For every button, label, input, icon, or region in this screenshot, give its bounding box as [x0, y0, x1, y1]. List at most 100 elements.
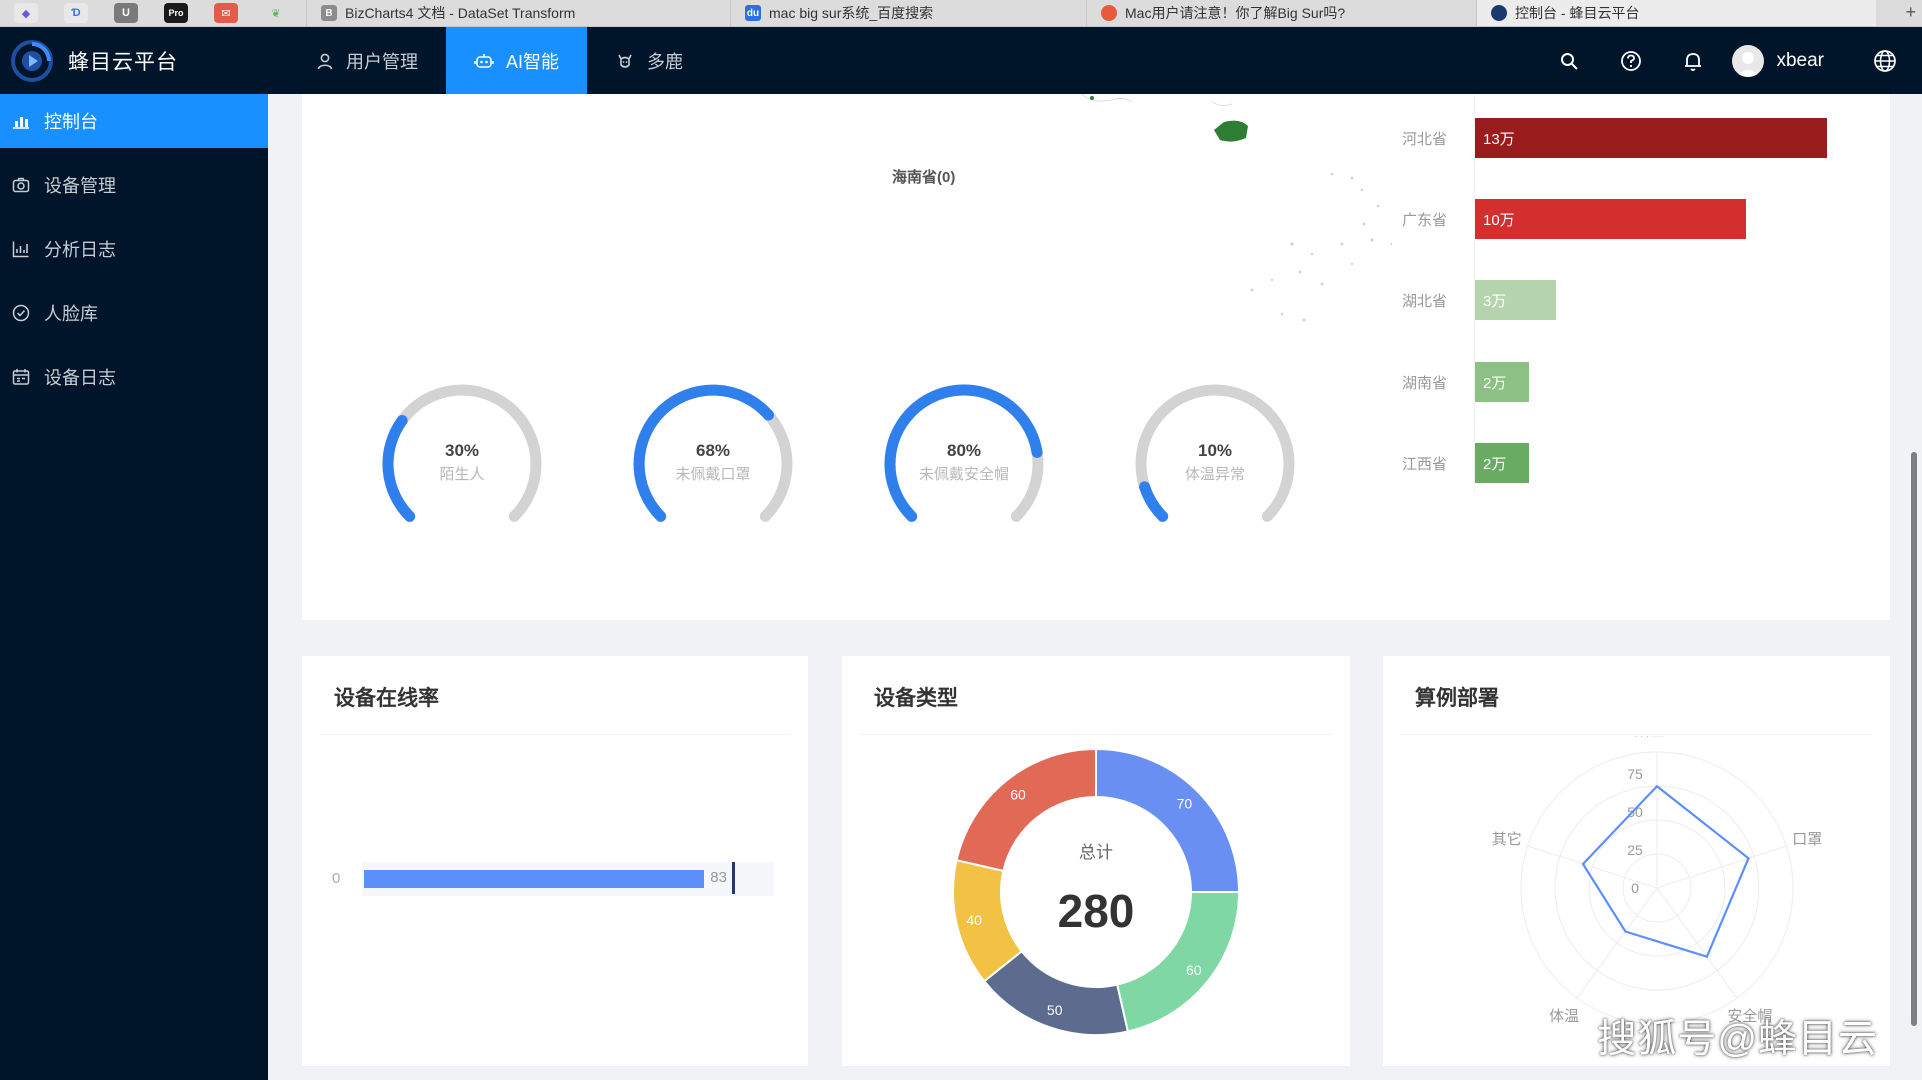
online-rate-value: 83: [710, 869, 727, 886]
camera-icon: [12, 177, 30, 193]
sidebar-item-devices[interactable]: 设备管理: [0, 158, 268, 212]
bar-chart-icon: [12, 241, 29, 258]
nav-duolu[interactable]: 多鹿: [587, 27, 711, 94]
radar-series-shape: [1581, 784, 1750, 959]
province-label: 江西省: [1402, 456, 1448, 473]
province-label: 河北省: [1402, 131, 1448, 148]
search-button[interactable]: [1538, 27, 1600, 94]
sidebar-item-label: 分析日志: [44, 240, 116, 260]
article-favicon-icon: [1101, 5, 1117, 21]
browser-tab-label: BizCharts4 文档 - DataSet Transform: [345, 5, 576, 21]
gauge-no-mask-text: 68% 未佩戴口罩: [633, 441, 793, 484]
question-circle-icon: [1621, 50, 1642, 71]
browser-tab-bigsur[interactable]: Mac用户请注意！你了解Big Sur吗?: [1086, 0, 1476, 26]
browser-tab-baidu[interactable]: du mac big sur系统_百度搜索: [730, 0, 1086, 26]
radar-tick-label: 75: [1627, 766, 1643, 782]
province-bar[interactable]: 2万: [1475, 362, 1530, 402]
deployment-card: 算例部署 陌生人口罩安全帽体温其它0255075: [1383, 656, 1890, 1066]
app-title: 蜂目云平台: [68, 50, 178, 74]
nav-user-management[interactable]: 用户管理: [288, 27, 446, 94]
radar-axis-label: 其它: [1492, 830, 1522, 848]
page-scrollbar[interactable]: [1911, 452, 1917, 1026]
card-title: 设备类型: [874, 687, 958, 710]
browser-tab-console[interactable]: 控制台 - 蜂目云平台: [1476, 0, 1876, 26]
online-rate-card: 设备在线率 0 83: [302, 656, 808, 1066]
gauge-stranger-text: 30% 陌生人: [382, 441, 542, 484]
online-rate-marker: [732, 862, 736, 894]
user-icon: [317, 53, 333, 69]
app-header: 蜂目云平台 用户管理 AI智能 多鹿 xbear: [0, 27, 1922, 94]
device-type-card: 设备类型 70 60 50 40 60 总计 280: [842, 656, 1350, 1066]
nav-label: 用户管理: [346, 51, 418, 72]
logo-icon: [11, 39, 53, 82]
radar-axis-label: 体温: [1549, 1008, 1579, 1025]
overview-card: 海南省(0) 30% 陌生人 68% 未佩戴口罩 80% 未佩戴安全帽 10% …: [302, 94, 1890, 620]
pinned-tab-diamond-icon[interactable]: ◆: [14, 3, 38, 23]
browser-tab-label: mac big sur系统_百度搜索: [769, 5, 934, 21]
app-logo[interactable]: 蜂目云平台: [0, 39, 268, 83]
watermark-text: 搜狐号@蜂目云: [1597, 1018, 1878, 1061]
hainan-island[interactable]: [1214, 120, 1248, 142]
sidebar-item-label: 设备管理: [44, 176, 116, 196]
donut-slice-label: 50: [1047, 1002, 1063, 1018]
nav-ai[interactable]: AI智能: [446, 27, 588, 94]
sidebar-item-device-log[interactable]: 设备日志: [0, 350, 268, 404]
pinned-tab-pro-icon[interactable]: Pro: [164, 3, 188, 23]
sidebar-item-analysis-log[interactable]: 分析日志: [0, 222, 268, 276]
province-bar[interactable]: 13万: [1475, 118, 1827, 158]
language-button[interactable]: [1854, 27, 1916, 94]
radar-axis-label: 口罩: [1792, 831, 1822, 848]
card-divider: [1401, 734, 1872, 735]
card-divider: [860, 734, 1332, 735]
sidebar-item-console[interactable]: 控制台: [0, 94, 268, 148]
header-actions: xbear: [1538, 27, 1922, 94]
gauge-no-helmet-text: 80% 未佩戴安全帽: [884, 441, 1044, 484]
province-label: 广东省: [1402, 212, 1448, 229]
pinned-tab-u-icon[interactable]: U: [114, 3, 138, 23]
online-rate-bar[interactable]: [364, 870, 705, 888]
radar-axis-label: 陌生人: [1634, 736, 1679, 739]
sidebar-item-face-library[interactable]: 人脸库: [0, 286, 268, 340]
card-divider: [320, 734, 790, 735]
globe-icon: [1874, 49, 1896, 72]
province-bar[interactable]: 2万: [1475, 443, 1530, 483]
pinned-tab-mail-icon[interactable]: ✉: [214, 3, 238, 23]
axis-start-label: 0: [332, 870, 341, 887]
china-map-fragment: [1081, 94, 1392, 322]
province-bar[interactable]: 3万: [1475, 280, 1557, 320]
radar-axis-line: [1656, 845, 1787, 889]
nav-label: 多鹿: [647, 51, 684, 72]
app-favicon-icon: [1491, 5, 1507, 21]
gauge-percent: 68%: [695, 441, 731, 460]
search-icon: [1561, 52, 1579, 70]
calendar-log-icon: [12, 369, 30, 385]
gauge-label: 未佩戴安全帽: [918, 466, 1009, 483]
help-button[interactable]: [1600, 27, 1662, 94]
gauge-percent: 80%: [946, 441, 982, 460]
nav-label: AI智能: [506, 51, 560, 72]
sidebar-item-label: 设备日志: [44, 368, 116, 388]
gauge-label: 未佩戴口罩: [675, 466, 751, 483]
user-menu[interactable]: xbear: [1732, 44, 1824, 77]
new-tab-button[interactable]: +: [1905, 2, 1916, 23]
gauge-value-arc: [1139, 481, 1169, 522]
sidebar-item-label: 控制台: [44, 112, 98, 132]
bizcharts-favicon-icon: B: [321, 5, 337, 21]
province-bar[interactable]: 10万: [1475, 199, 1746, 239]
donut-slice-label: 70: [1177, 796, 1193, 812]
avatar: [1732, 44, 1765, 77]
donut-slice-label: 40: [966, 912, 982, 928]
radar-tick-label: 50: [1627, 804, 1643, 820]
card-title: 设备在线率: [334, 687, 439, 710]
donut-total-label: 总计: [1079, 843, 1113, 862]
donut-total-value: 280: [1057, 885, 1135, 937]
pinned-tab-leaf-icon[interactable]: ❦: [264, 3, 288, 23]
province-label: 湖北省: [1402, 293, 1448, 310]
sidebar-item-label: 人脸库: [44, 304, 98, 324]
ai-robot-icon: [474, 53, 494, 68]
browser-tab-bizcharts[interactable]: B BizCharts4 文档 - DataSet Transform: [306, 0, 730, 26]
pinned-tab-dx-icon[interactable]: Ɗ: [64, 3, 88, 23]
sidebar: 控制台 设备管理 分析日志 人脸库 设备日志: [0, 94, 268, 1080]
notifications-button[interactable]: [1662, 27, 1724, 94]
gauge-label: 体温异常: [1184, 466, 1245, 483]
